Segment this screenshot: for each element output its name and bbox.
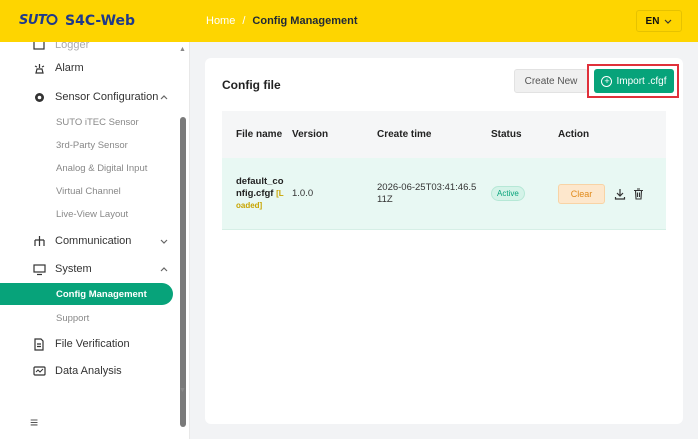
sidebar-subitem-live-view-layout[interactable]: Live-View Layout: [0, 203, 178, 225]
trash-icon[interactable]: [632, 187, 644, 200]
breadcrumb: Home / Config Management: [206, 15, 358, 27]
import-label: Import .cfgf: [616, 75, 667, 87]
suto-logo-mark: SUT: [19, 12, 59, 30]
logger-icon: [32, 42, 46, 52]
alarm-icon: [32, 61, 46, 75]
sidebar-item-logger[interactable]: Logger: [0, 42, 178, 57]
cell-create-time: 2026-06-25T03:41:46.511Z: [377, 181, 477, 205]
monitor-icon: [32, 262, 46, 276]
col-header-version: Version: [292, 129, 329, 140]
cell-file-name: default_config.cfgf [Loaded]: [222, 176, 284, 212]
sidebar-item-file-verification[interactable]: File Verification: [0, 332, 178, 356]
file-icon: [32, 337, 46, 351]
chevron-down-icon: [664, 17, 672, 26]
sidebar-item-label: Alarm: [55, 62, 84, 74]
menu-collapse-icon[interactable]: ≡: [30, 414, 38, 430]
config-table: File name Version Create time Status Act…: [222, 111, 666, 230]
sidebar-item-alarm[interactable]: Alarm: [0, 56, 178, 80]
main-content: Config file Create New + Import .cfgf Fi…: [190, 42, 698, 439]
plus-circle-icon: +: [601, 75, 613, 87]
table-row[interactable]: default_config.cfgf [Loaded] 1.0.0 2026-…: [222, 158, 666, 230]
chart-monitor-icon: [32, 364, 46, 378]
create-new-button[interactable]: Create New: [514, 69, 588, 93]
sidebar-subitem-3rd-party-sensor[interactable]: 3rd-Party Sensor: [0, 134, 178, 156]
sidebar-item-label: Data Analysis: [55, 365, 122, 377]
sidebar-item-data-analysis[interactable]: Data Analysis: [0, 359, 178, 383]
sidebar-subitem-support[interactable]: Support: [0, 307, 178, 329]
top-bar: SUT S4C-Web Home / Config Management EN: [0, 0, 698, 42]
chevron-up-icon: [160, 92, 168, 102]
table-header: File name Version Create time Status Act…: [222, 111, 666, 158]
gear-icon: [32, 90, 46, 104]
cell-action: Clear: [548, 183, 666, 204]
import-cfgf-button[interactable]: + Import .cfgf: [594, 69, 674, 93]
config-file-card: Config file Create New + Import .cfgf Fi…: [205, 58, 683, 424]
language-value: EN: [645, 15, 660, 27]
sidebar-subitem-virtual-channel[interactable]: Virtual Channel: [0, 180, 178, 202]
scroll-up-arrow-icon[interactable]: ▲: [179, 46, 186, 53]
col-header-status: Status: [491, 129, 522, 140]
breadcrumb-home[interactable]: Home: [206, 15, 235, 27]
network-icon: [32, 234, 46, 248]
sidebar-item-label: Communication: [55, 235, 132, 247]
col-header-create-time: Create time: [377, 128, 432, 140]
sidebar-item-system[interactable]: System: [0, 257, 178, 281]
sidebar-subitem-suto-itec-sensor[interactable]: SUTO iTEC Sensor: [0, 111, 178, 133]
language-select[interactable]: EN: [636, 10, 682, 32]
scroll-down-arrow-icon[interactable]: ▼: [179, 387, 186, 394]
col-header-file-name: File name: [236, 128, 283, 140]
chevron-down-icon: [160, 236, 168, 246]
sidebar-item-label: Logger: [55, 42, 90, 51]
sidebar: Logger ▲ Alarm Sensor Configuration SUTO…: [0, 42, 190, 439]
sidebar-scrollbar[interactable]: [180, 117, 186, 427]
sidebar-item-sensor-configuration[interactable]: Sensor Configuration: [0, 85, 178, 109]
chevron-up-icon: [160, 264, 168, 274]
status-badge: Active: [491, 186, 525, 201]
breadcrumb-separator: /: [242, 15, 246, 27]
app-name: S4C-Web: [65, 13, 136, 29]
suto-logo-icon: SUT: [19, 13, 58, 28]
logo[interactable]: SUT S4C-Web: [19, 13, 135, 29]
sidebar-subitem-config-management[interactable]: Config Management: [0, 283, 173, 305]
cell-version: 1.0.0: [292, 188, 314, 199]
download-icon[interactable]: [614, 188, 626, 200]
sidebar-item-label: File Verification: [55, 338, 130, 350]
cell-status: Active: [478, 186, 548, 201]
col-header-action: Action: [558, 129, 590, 140]
clear-button[interactable]: Clear: [558, 183, 605, 204]
card-title: Config file: [222, 78, 281, 92]
sidebar-item-label: System: [55, 263, 92, 275]
sidebar-subitem-analog-digital-input[interactable]: Analog & Digital Input: [0, 157, 178, 179]
sidebar-item-label: Sensor Configuration: [55, 91, 159, 103]
svg-text:SUT: SUT: [19, 13, 48, 26]
sidebar-item-communication[interactable]: Communication: [0, 229, 178, 253]
breadcrumb-current: Config Management: [252, 15, 358, 27]
